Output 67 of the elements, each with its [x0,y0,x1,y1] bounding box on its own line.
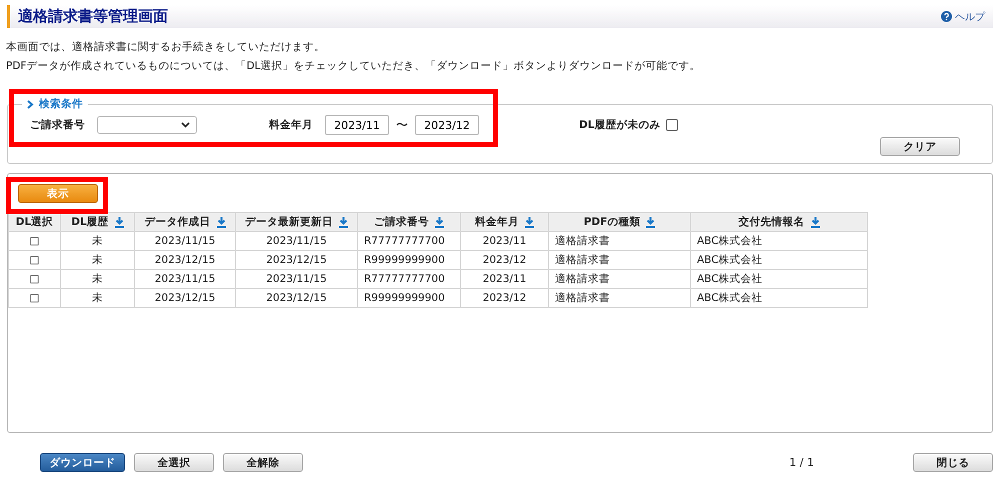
table-cell: 2023/11/15 [236,232,358,250]
table-cell: 適格請求書 [548,270,690,288]
table-cell: 2023/11/15 [134,270,236,288]
chevron-down-icon [181,122,190,128]
column-header[interactable]: 交付先情報名 [690,212,868,232]
month-to-field[interactable]: 2023/12 [415,115,479,135]
billing-month-label: 料金年月 [269,118,313,132]
download-icon[interactable] [810,216,820,228]
description-text: 本画面では、適格請求書に関するお手続きをしていただけます。 [6,41,326,54]
description-text: PDFデータが作成されているものについては、「DL選択」をチェックしていただき、「ダウンロード」ボタンよりダウンロードが可能です。 [6,60,702,73]
column-header[interactable]: ご請求番号 [358,212,460,232]
table-cell: 2023/11/15 [236,270,358,288]
table-cell[interactable]: □ [8,250,60,270]
download-icon[interactable] [216,216,226,228]
help-link[interactable]: ヘルプ [941,10,985,24]
table-cell: 2023/12/15 [236,288,358,308]
table-cell: R77777777700 [358,232,460,250]
table-cell: 2023/12 [460,288,548,308]
table-cell: 2023/12/15 [134,250,236,270]
download-icon[interactable] [435,216,444,228]
dl-filter-checkbox[interactable] [666,119,678,131]
select-button[interactable]: 全選択 [134,453,214,472]
search-legend[interactable]: 検索条件 [22,97,88,111]
table-cell[interactable]: □ [8,232,60,250]
table-cell[interactable]: □ [8,270,60,288]
range-separator: 〜 [396,116,408,134]
download-icon[interactable] [525,216,534,228]
table-cell: ABC株式会社 [690,288,868,308]
clear-button[interactable]: クリア [880,137,960,156]
invoice-number-label: ご請求番号 [30,118,85,132]
close-button[interactable]: 閉じる [913,453,993,472]
column-header[interactable]: データ作成日 [134,212,236,232]
column-header[interactable]: PDFの種類 [548,212,690,232]
download-icon[interactable] [646,216,656,228]
table-cell: 適格請求書 [548,250,690,270]
select-button[interactable]: 全解除 [223,453,303,472]
table-cell: 未 [60,250,134,270]
table-cell: 2023/11 [460,232,548,250]
table-cell: 2023/12/15 [236,250,358,270]
table-cell: 2023/11 [460,270,548,288]
table-cell: 未 [60,288,134,308]
table-cell: R77777777700 [358,270,460,288]
table-cell: 2023/12 [460,250,548,270]
table-cell: 未 [60,232,134,250]
table-cell: 適格請求書 [548,288,690,308]
table-cell: R99999999900 [358,288,460,308]
column-header[interactable]: DL履歴 [60,212,134,232]
download-icon[interactable] [339,216,348,228]
download-button[interactable]: ダウンロード [40,453,125,472]
month-from-field[interactable]: 2023/11 [325,115,389,135]
dl-filter-label: DL履歴が未のみ [579,118,660,132]
download-icon[interactable] [114,216,124,228]
table-cell: R99999999900 [358,250,460,270]
table-cell: 未 [60,270,134,288]
page-indicator: 1 / 1 [789,456,814,469]
table-cell[interactable]: □ [8,288,60,308]
table-cell: ABC株式会社 [690,250,868,270]
chevron-icon [27,100,34,108]
table-cell: ABC株式会社 [690,270,868,288]
table-cell: ABC株式会社 [690,232,868,250]
column-header[interactable]: データ最新更新日 [236,212,358,232]
table-cell: 2023/12/15 [134,288,236,308]
table-cell: 2023/11/15 [134,232,236,250]
page-title: 適格請求書等管理画面 [18,7,168,26]
table-cell: 適格請求書 [548,232,690,250]
column-header[interactable]: 料金年月 [460,212,548,232]
help-icon [941,11,952,22]
